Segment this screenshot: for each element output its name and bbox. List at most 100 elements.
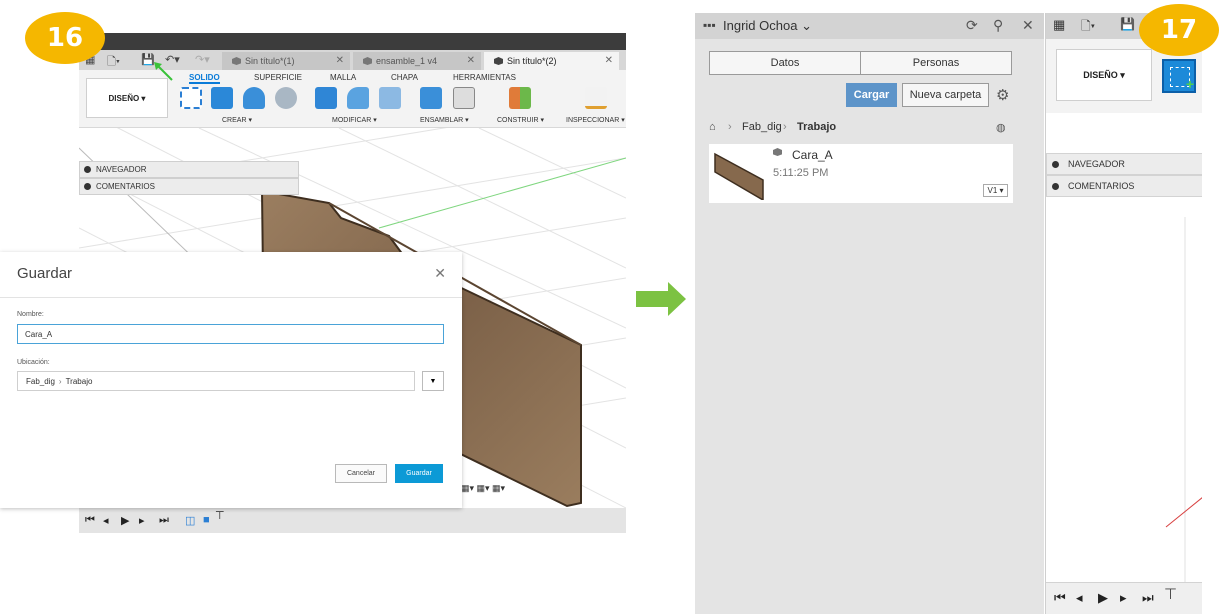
cube-icon [232,57,241,65]
group-modificar[interactable]: MODIFICAR ▾ [332,116,377,124]
globe-icon[interactable]: ◍ [996,121,1006,134]
pointer-arrow-save [154,62,173,81]
user-menu[interactable]: Ingrid Ochoa ⌄ [723,18,812,34]
last-frame-icon[interactable]: ⏭ [159,514,169,527]
save-dialog: Guardar ✕ Nombre: Ubicación: Fab_dig › T… [0,252,462,508]
design-workspace-button[interactable]: DISEÑO ▾ [86,78,168,118]
timeline: ⏮ ◂ ▶ ▸ ⏭ ⊤ [1046,582,1202,614]
tab-superficie[interactable]: SUPERFICIE [254,73,302,82]
timeline-extrude-icon[interactable]: ■ [203,514,210,526]
name-input[interactable] [17,324,444,344]
data-panel-header: ▪▪▪ Ingrid Ochoa ⌄ ⟳ ⚲ ✕ [695,13,1044,39]
design-workspace-button[interactable]: DISEÑO ▾ [1056,49,1152,101]
close-icon[interactable]: ✕ [434,265,446,282]
timeline: ⏮ ◂ ▶ ▸ ⏭ ◫ ■ ⊤ [79,508,626,533]
group-ensamblar[interactable]: ENSAMBLAR ▾ [420,116,469,124]
doc-tab-2[interactable]: ensamble_1 v4 ✕ [353,52,481,70]
extrude-icon[interactable] [211,87,233,109]
version-dropdown[interactable]: V1 ▾ [983,184,1008,197]
plus-icon: + [1185,76,1194,92]
doc-tab-3[interactable]: Sin título*(2) ✕ [484,52,619,70]
fillet-icon[interactable] [347,87,369,109]
expand-icon[interactable] [84,166,91,173]
first-frame-icon[interactable]: ⏮ [1054,590,1066,606]
new-folder-button[interactable]: Nueva carpeta [902,83,989,107]
chevron-down-icon: ▼ [429,377,437,385]
design-button-label: DISEÑO ▾ [108,93,146,103]
user-name: Ingrid Ochoa [723,18,798,33]
doc-tab-1[interactable]: Sin título*(1) ✕ [222,52,350,70]
group-construir[interactable]: CONSTRUIR ▾ [497,116,544,124]
comments-panel[interactable]: COMENTARIOS [79,178,299,195]
step-badge-17: 17 [1139,4,1219,56]
chevron-right-icon: › [58,376,62,386]
hole-icon[interactable] [275,87,297,109]
revolve-icon[interactable] [243,87,265,109]
panel-label: COMENTARIOS [96,182,155,191]
team-icon: ▪▪▪ [703,18,716,32]
tab-herramientas[interactable]: HERRAMIENTAS [453,73,516,82]
save-icon[interactable]: 💾 [1120,17,1135,31]
breadcrumb-folder[interactable]: Trabajo [797,121,836,133]
expand-icon[interactable] [1052,183,1059,190]
play-icon[interactable]: ▶ [121,514,129,527]
navigator-panel[interactable]: NAVEGADOR [1046,153,1202,175]
tab-malla[interactable]: MALLA [330,73,356,82]
breadcrumb-project[interactable]: Fab_dig [742,121,782,133]
tab-datos[interactable]: Datos [709,51,861,75]
expand-icon[interactable] [1052,161,1059,168]
last-frame-icon[interactable]: ⏭ [1142,590,1154,606]
tab-solido[interactable]: SOLIDO [189,73,220,84]
refresh-icon[interactable]: ⟳ [966,17,978,34]
shell-icon[interactable] [379,87,401,109]
group-inspeccionar[interactable]: INSPECCIONAR ▾ [566,116,625,124]
close-icon[interactable]: ✕ [467,55,475,66]
gear-icon[interactable]: ⚙ [996,86,1009,104]
location-field[interactable]: Fab_dig › Trabajo [17,371,415,391]
step-back-icon[interactable]: ◂ [1076,590,1083,606]
press-pull-icon[interactable] [315,87,337,109]
plane-icon[interactable] [509,87,531,109]
cube-icon [363,57,372,65]
step-back-icon[interactable]: ◂ [103,514,109,527]
file-menu-icon[interactable]: 🗋▾ [1081,17,1095,38]
close-icon[interactable]: ✕ [1022,17,1034,34]
expand-icon[interactable] [84,183,91,190]
step-forward-icon[interactable]: ▸ [139,514,145,527]
tab-chapa[interactable]: CHAPA [391,73,418,82]
navigator-panel[interactable]: NAVEGADOR [79,161,299,178]
new-component-icon[interactable] [420,87,442,109]
comments-panel[interactable]: COMENTARIOS [1046,175,1202,197]
grid-icon[interactable]: ▦ [1053,17,1065,33]
joint-icon[interactable] [453,87,475,109]
sketch-icon[interactable]: + [1162,59,1196,93]
data-panel: ▪▪▪ Ingrid Ochoa ⌄ ⟳ ⚲ ✕ Datos Personas … [695,13,1044,614]
sketch-icon[interactable] [180,87,202,109]
name-label: Nombre: [17,311,44,318]
save-button[interactable]: Guardar [395,464,443,483]
panel-label: COMENTARIOS [1068,181,1135,191]
close-icon[interactable]: ✕ [336,55,344,66]
step-forward-icon[interactable]: ▸ [1120,590,1127,606]
play-icon[interactable]: ▶ [1098,590,1108,606]
timeline-sketch-icon[interactable]: ◫ [185,514,195,527]
first-frame-icon[interactable]: ⏮ [85,514,95,527]
timeline-marker-icon[interactable]: ⊤ [1164,585,1177,603]
location-folder: Trabajo [65,376,93,386]
group-crear[interactable]: CREAR ▾ [222,116,252,124]
measure-icon[interactable] [585,87,607,109]
cancel-button[interactable]: Cancelar [335,464,387,483]
search-icon[interactable]: ⚲ [993,17,1003,34]
timeline-marker-icon[interactable]: ⊤ [215,509,225,522]
upload-button[interactable]: Cargar [846,83,897,107]
home-icon[interactable]: ⌂ [709,121,716,133]
step-number: 16 [46,23,84,53]
location-label: Ubicación: [17,359,50,366]
file-item[interactable]: Cara_A 5:11:25 PM V1 ▾ [709,144,1013,203]
chevron-right-icon: › [783,121,787,133]
location-dropdown-button[interactable]: ▼ [422,371,444,391]
redo-icon[interactable]: ↷▾ [195,53,210,66]
display-settings-icons[interactable]: ▦▾ ▦▾ ▦▾ [461,483,505,494]
close-icon[interactable]: ✕ [605,55,613,66]
tab-personas[interactable]: Personas [860,51,1012,75]
